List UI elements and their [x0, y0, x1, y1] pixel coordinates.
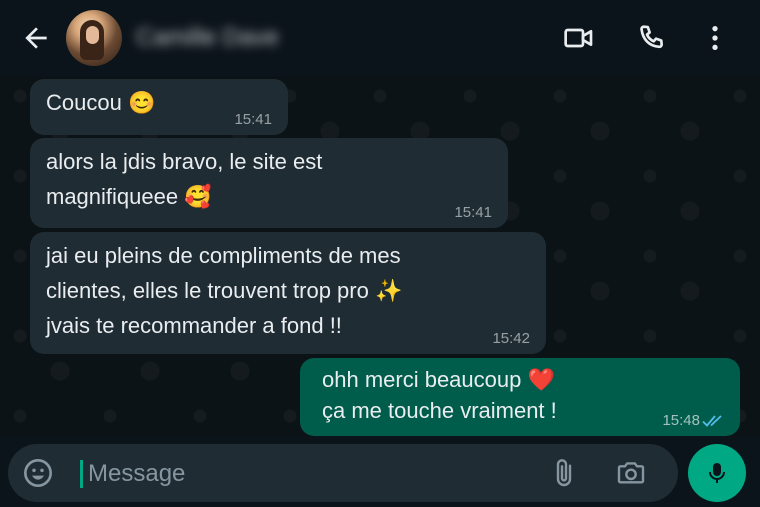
message-time: 15:41	[454, 204, 492, 221]
message-bubble-incoming[interactable]: Coucou 😊 15:41	[30, 79, 288, 135]
message-text: clientes, elles le trouvent trop pro ✨	[46, 278, 403, 303]
message-composer	[8, 444, 678, 502]
more-vert-icon[interactable]	[699, 22, 731, 54]
message-bubble-outgoing[interactable]: ohh merci beaucoup ❤️ ça me touche vraim…	[300, 358, 740, 436]
attach-icon[interactable]	[548, 457, 580, 489]
emoji-icon[interactable]	[22, 457, 54, 489]
message-list[interactable]: Coucou 😊 15:41 alors la jdis bravo, le s…	[0, 76, 760, 436]
contact-name[interactable]: Camille Dave	[136, 24, 279, 52]
chat-header: Camille Dave	[0, 0, 760, 76]
message-bubble-incoming[interactable]: alors la jdis bravo, le site est magnifi…	[30, 138, 508, 228]
message-bubble-incoming[interactable]: jai eu pleins de compliments de mes clie…	[30, 232, 546, 354]
camera-icon[interactable]	[614, 457, 648, 489]
message-text: magnifiqueee 🥰	[46, 184, 212, 209]
phone-call-icon[interactable]	[635, 22, 667, 54]
mic-icon	[709, 463, 725, 483]
message-time: 15:42	[492, 330, 530, 347]
video-call-icon[interactable]	[563, 22, 595, 54]
message-time: 15:41	[234, 111, 272, 128]
arrow-left-icon[interactable]	[20, 22, 52, 54]
text-cursor	[80, 460, 83, 488]
voice-record-button[interactable]	[688, 444, 746, 502]
message-text: jvais te recommander a fond !!	[46, 313, 342, 338]
message-text: ohh merci beaucoup ❤️	[322, 367, 555, 392]
message-text: jai eu pleins de compliments de mes	[46, 243, 401, 268]
avatar[interactable]	[66, 10, 122, 66]
message-time: 15:48	[662, 412, 700, 429]
message-text: alors la jdis bravo, le site est	[46, 149, 323, 174]
double-check-read-icon	[702, 415, 722, 427]
composer-bar	[0, 436, 760, 507]
message-input[interactable]	[86, 454, 490, 494]
